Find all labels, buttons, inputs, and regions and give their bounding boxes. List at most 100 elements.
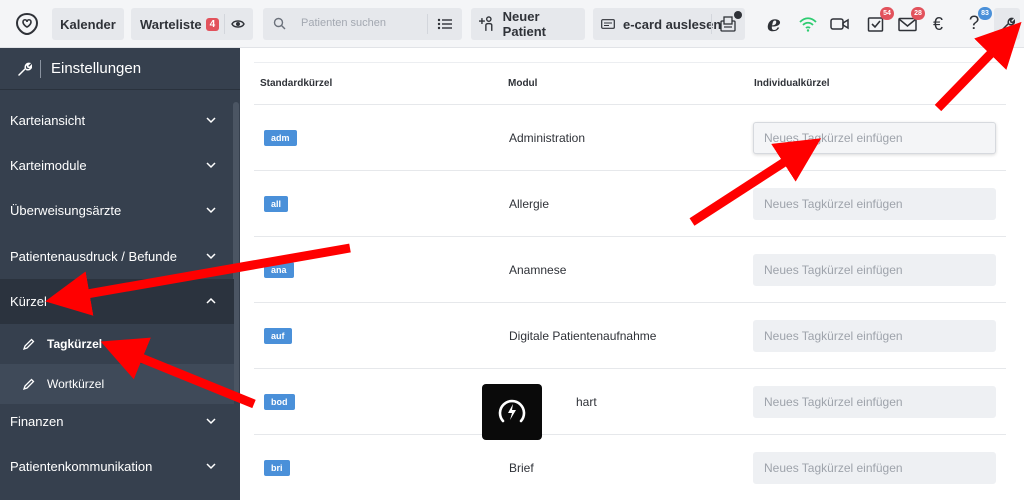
individual-tag-input[interactable] <box>753 452 996 484</box>
logo-icon[interactable] <box>14 11 40 37</box>
sidebar-header: Einstellungen <box>0 48 240 90</box>
messages-badge: 28 <box>911 7 925 20</box>
settings-sidebar: Einstellungen Karteiansicht Karteimodule… <box>0 48 240 500</box>
pencil-icon <box>22 378 35 390</box>
sidebar-subitem-tagkuerzel[interactable]: Tagkürzel <box>0 324 234 364</box>
table-row: all Allergie <box>254 170 1006 236</box>
tag-badge: bri <box>264 460 290 476</box>
sidebar-item-patientenausdruck[interactable]: Patientenausdruck / Befunde <box>0 234 234 279</box>
table-row: auf Digitale Patientenaufnahme <box>254 302 1006 368</box>
chevron-down-icon <box>206 463 216 470</box>
sidebar-subitem-label: Tagkürzel <box>47 337 103 351</box>
sidebar-item-finanzen[interactable]: Finanzen <box>0 399 234 444</box>
module-name: Anamnese <box>509 263 567 277</box>
video-icon <box>830 18 849 30</box>
sidebar-item-label: Patientenausdruck / Befunde <box>10 249 177 264</box>
messages-button[interactable]: 28 <box>895 7 925 36</box>
tasks-button[interactable]: 54 <box>864 7 894 36</box>
sidebar-subitem-label: Wortkürzel <box>47 377 105 391</box>
chevron-up-icon <box>206 297 216 304</box>
wifi-icon <box>799 17 817 32</box>
card-reader-icon[interactable] <box>720 16 736 32</box>
module-name: Administration <box>509 131 586 145</box>
table-row: ana Anamnese <box>254 236 1006 302</box>
column-header-standard: Standardkürzel <box>260 78 333 89</box>
individual-tag-input[interactable] <box>753 320 996 352</box>
chevron-down-icon <box>206 418 216 425</box>
table-row: bri Brief <box>254 434 1006 500</box>
sidebar-item-ueberweisungsaerzte[interactable]: Überweisungsärzte <box>0 188 234 233</box>
sidebar-item-label: Überweisungsärzte <box>10 203 122 218</box>
sidebar-subitem-wortkuerzel[interactable]: Wortkürzel <box>0 364 234 404</box>
wifi-status[interactable] <box>796 12 820 36</box>
settings-button[interactable] <box>994 8 1020 40</box>
search-icon <box>273 17 286 30</box>
tag-shortcuts-table: Standardkürzel Modul Individualkürzel ad… <box>240 48 1024 500</box>
status-dot <box>734 11 742 19</box>
wrench-icon <box>18 62 32 76</box>
tag-badge: adm <box>264 130 297 146</box>
top-bar: Kalender Warteliste 4 Patienten suchen N… <box>0 0 1024 48</box>
card-icon <box>601 19 615 29</box>
divider <box>427 14 428 34</box>
calendar-label: Kalender <box>60 16 116 32</box>
sidebar-item-patientenkommunikation[interactable]: Patientenkommunikation <box>0 444 234 489</box>
divider <box>711 14 712 34</box>
sidebar-item-label: Karteiansicht <box>10 113 86 128</box>
video-button[interactable] <box>828 12 852 36</box>
new-patient-label: Neuer Patient <box>502 9 547 39</box>
ecard-button[interactable]: e-card auslesen <box>593 8 745 40</box>
sidebar-item-karteiansicht[interactable]: Karteiansicht <box>0 98 234 143</box>
tag-badge: auf <box>264 328 292 344</box>
module-name: Allergie <box>509 197 550 211</box>
new-patient-button[interactable]: Neuer Patient <box>471 8 585 40</box>
column-header-individual: Individualkürzel <box>754 78 830 89</box>
help-button[interactable]: ? 83 <box>962 7 992 36</box>
individual-tag-input[interactable] <box>753 188 996 220</box>
chevron-down-icon <box>206 117 216 124</box>
table-row: adm Administration <box>254 104 1006 170</box>
wrench-icon <box>1001 17 1015 31</box>
module-name: Digitale Patientenaufnahme <box>509 329 657 343</box>
waitlist-button[interactable]: Warteliste 4 <box>131 8 253 40</box>
tag-badge: ana <box>264 262 294 278</box>
loading-overlay <box>482 384 542 440</box>
search-input[interactable]: Patienten suchen <box>301 17 386 29</box>
sidebar-item-karteimodule[interactable]: Karteimodule <box>0 143 234 188</box>
waitlist-label: Warteliste <box>140 16 202 32</box>
sidebar-item-label: Patientenkommunikation <box>10 459 153 474</box>
sidebar-item-kuerzel[interactable]: Kürzel <box>0 279 234 324</box>
sidebar-item-label: Kürzel <box>10 294 47 309</box>
loading-icon <box>498 399 526 423</box>
e-health-icon: e <box>767 11 781 37</box>
help-badge: 83 <box>978 7 992 20</box>
individual-tag-input[interactable] <box>753 386 996 418</box>
pencil-icon <box>22 338 35 350</box>
waitlist-count-badge: 4 <box>205 17 220 31</box>
chevron-down-icon <box>206 207 216 214</box>
module-name: hart <box>576 395 597 409</box>
calendar-button[interactable]: Kalender <box>52 8 124 40</box>
list-icon[interactable] <box>437 17 453 31</box>
ecard-label: e-card auslesen <box>623 16 722 32</box>
tag-badge: all <box>264 196 289 212</box>
individual-tag-input[interactable] <box>753 122 996 154</box>
divider <box>40 59 41 78</box>
e-health-button[interactable]: e <box>762 12 786 36</box>
individual-tag-input[interactable] <box>753 254 996 286</box>
sidebar-item-label: Finanzen <box>10 414 64 429</box>
tag-badge: bod <box>264 394 295 410</box>
table-row: bod hart <box>254 368 1006 434</box>
chevron-down-icon <box>206 162 216 169</box>
chevron-down-icon <box>206 253 216 260</box>
eye-icon[interactable] <box>231 17 245 31</box>
tasks-badge: 54 <box>880 7 894 20</box>
sidebar-title: Einstellungen <box>51 60 142 77</box>
divider <box>224 14 225 34</box>
module-name: Brief <box>509 461 534 475</box>
column-header-module: Modul <box>508 78 538 89</box>
divider <box>254 62 1006 63</box>
finance-button[interactable]: € <box>926 12 950 36</box>
patient-search[interactable]: Patienten suchen <box>263 8 462 40</box>
person-add-icon <box>479 16 493 31</box>
